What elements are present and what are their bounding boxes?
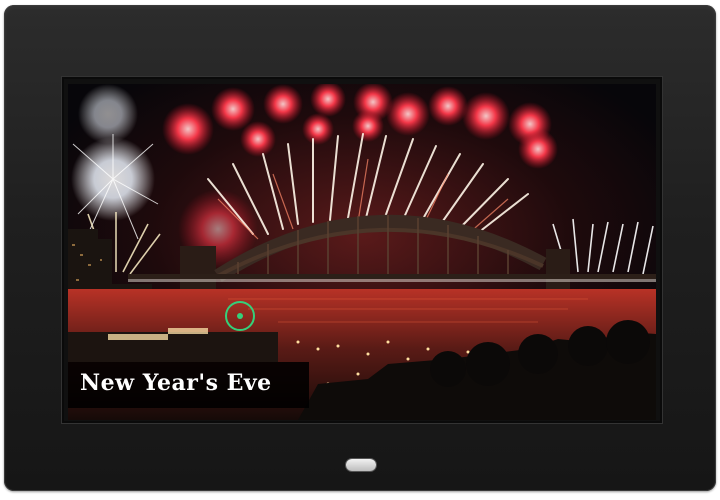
power-button[interactable] xyxy=(346,459,376,471)
caption-overlay: New Year's Eve xyxy=(68,362,309,408)
photo-display: New Year's Eve xyxy=(68,84,656,420)
photo-caption: New Year's Eve xyxy=(80,370,272,396)
